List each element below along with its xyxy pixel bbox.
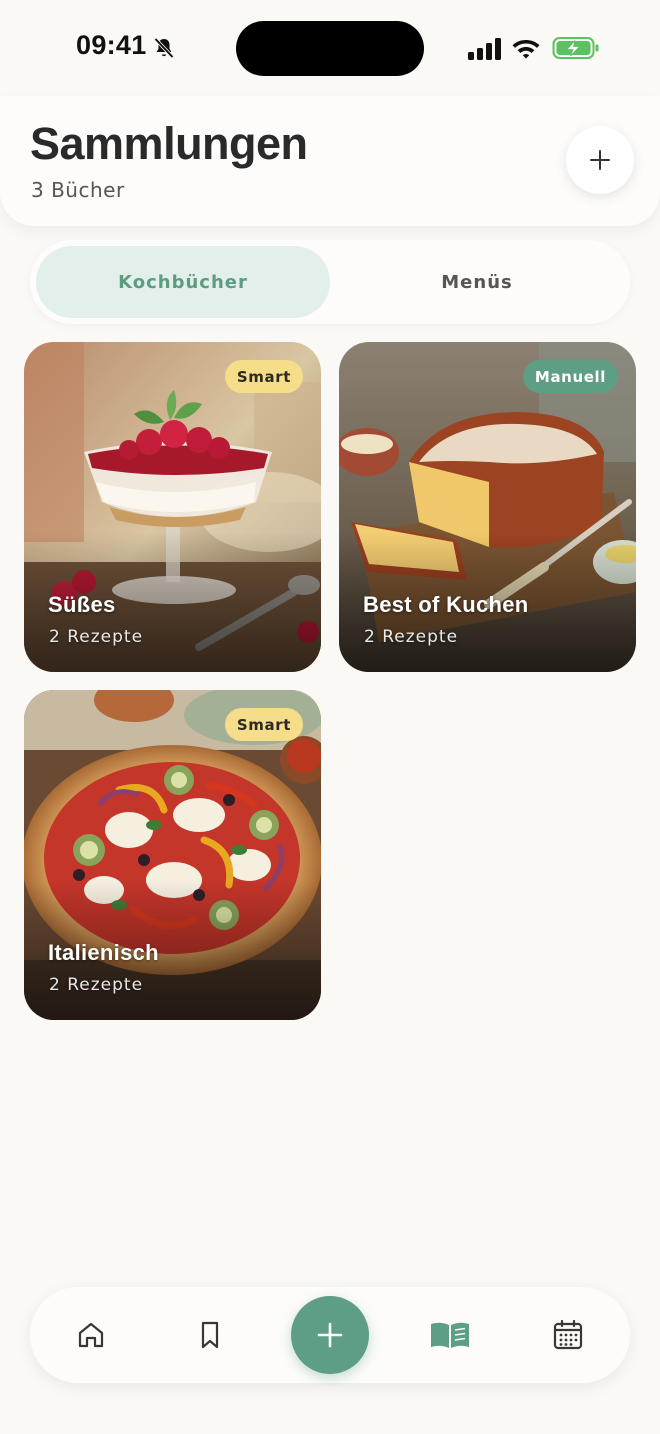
- nav-bookmarks[interactable]: [190, 1315, 230, 1355]
- home-icon: [78, 1322, 104, 1348]
- status-bar: 09:41: [0, 0, 660, 96]
- bottom-navigation: [30, 1287, 630, 1383]
- collection-title: Süßes: [48, 592, 116, 617]
- smart-badge: Smart: [224, 708, 303, 741]
- recipe-count: 2 Rezepte: [364, 627, 459, 647]
- nav-calendar[interactable]: [548, 1315, 588, 1355]
- collection-card-italienisch[interactable]: Smart Italienisch 2 Rezepte: [24, 690, 321, 1020]
- collection-card-suesses[interactable]: Smart Süßes 2 Rezepte: [24, 342, 321, 672]
- collection-card-best-of-kuchen[interactable]: Manuell Best of Kuchen 2 Rezepte: [339, 342, 636, 672]
- collection-title: Best of Kuchen: [363, 592, 529, 617]
- smart-badge: Smart: [224, 360, 303, 393]
- dynamic-island: [236, 21, 424, 76]
- nav-home[interactable]: [71, 1315, 111, 1355]
- nav-collections[interactable]: [428, 1315, 472, 1355]
- page-title: Sammlungen: [30, 118, 308, 169]
- manual-badge: Manuell: [522, 360, 618, 393]
- wifi-icon: [512, 40, 540, 59]
- add-collection-button[interactable]: [566, 126, 634, 194]
- bookmark-icon: [201, 1321, 219, 1349]
- add-recipe-button[interactable]: [291, 1296, 369, 1374]
- plus-icon: [317, 1322, 343, 1348]
- tab-kochbuecher[interactable]: Kochbücher: [36, 246, 330, 318]
- plus-icon: [590, 150, 610, 170]
- cellular-signal-icon: [468, 38, 501, 60]
- header: Sammlungen 3 Bücher: [0, 96, 660, 226]
- collection-count: 3 Bücher: [31, 178, 125, 202]
- recipe-count: 2 Rezepte: [49, 975, 144, 995]
- segmented-control: Kochbücher Menüs: [30, 240, 630, 324]
- recipe-count: 2 Rezepte: [49, 627, 144, 647]
- battery-charging-icon: [552, 37, 599, 59]
- collection-title: Italienisch: [48, 940, 159, 965]
- calendar-icon: [553, 1319, 583, 1350]
- status-time: 09:41: [76, 30, 147, 60]
- book-open-icon: [431, 1322, 469, 1348]
- bell-muted-icon: [154, 37, 174, 59]
- tab-menues[interactable]: Menüs: [330, 246, 624, 318]
